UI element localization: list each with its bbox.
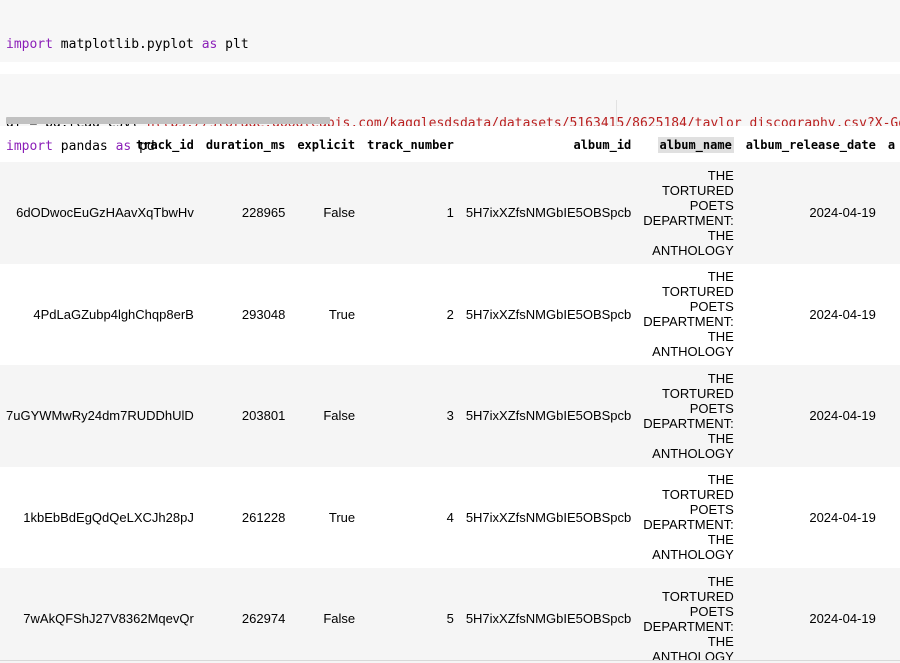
cell-album-id: 5H7ixXZfsNMGbIE5OBSpcb: [465, 509, 632, 525]
cell-album-release-date: 2024-04-19: [809, 509, 876, 525]
cell-track-number: 5: [361, 568, 460, 663]
cell-truncated: [881, 162, 900, 264]
cell-duration-ms: 293048: [241, 306, 286, 322]
cell-truncated: [881, 568, 900, 663]
cell-album-name: THE TORTURED POETS DEPARTMENT: THE ANTHO…: [643, 472, 734, 563]
cell-track-number: 3: [361, 365, 460, 467]
keyword-import: import: [6, 37, 53, 52]
cell-explicit: True: [328, 306, 356, 322]
dataframe-table: track_id duration_ms explicit track_numb…: [0, 128, 900, 663]
table-row: 7wAkQFShJ27V8362MqevQr 262974 False 5 5H…: [0, 568, 900, 663]
cell-track-number: 2: [446, 306, 454, 322]
dataframe-output[interactable]: track_id duration_ms explicit track_numb…: [0, 128, 900, 663]
cell-truncated: [882, 467, 900, 569]
cell-album-release-date: 2024-04-19: [809, 306, 876, 322]
cell-explicit: False: [291, 568, 362, 663]
cell-album-name: THE TORTURED POETS DEPARTMENT: THE ANTHO…: [637, 365, 740, 467]
cell-track-id: 7wAkQFShJ27V8362MqevQr: [0, 568, 200, 663]
cell-album-id: 5H7ixXZfsNMGbIE5OBSpcb: [459, 162, 638, 264]
cell-duration-ms: 203801: [199, 365, 292, 467]
scrollbar-thumb[interactable]: [6, 117, 330, 124]
cell-album-name: THE TORTURED POETS DEPARTMENT: THE ANTHO…: [643, 269, 734, 360]
column-header-album-name[interactable]: album_name: [637, 128, 740, 162]
cell-track-id: 6dODwocEuGzHAavXqTbwHv: [0, 162, 200, 264]
cell-truncated: [882, 264, 900, 366]
import-code-cell[interactable]: import matplotlib.pyplot as plt import s…: [0, 0, 900, 154]
column-header-explicit[interactable]: explicit: [291, 128, 361, 162]
cell-track-id: 1kbEbBdEgQdQeLXCJh28pJ: [23, 509, 194, 525]
output-bottom-border: [0, 660, 900, 661]
module-name: matplotlib.pyplot: [52, 37, 202, 52]
horizontal-scrollbar[interactable]: [6, 117, 616, 124]
alias-name: plt: [217, 37, 249, 52]
column-header-album-id[interactable]: album_id: [460, 128, 637, 162]
table-row: 7uGYWMwRy24dm7RUDDhUlD 203801 False 3 5H…: [0, 365, 900, 467]
cell-explicit: True: [328, 509, 356, 525]
column-header-album-release-date[interactable]: album_release_date: [740, 128, 882, 162]
cell-truncated: [881, 365, 900, 467]
column-header-track-number[interactable]: track_number: [361, 128, 460, 162]
cell-explicit: False: [291, 365, 362, 467]
cell-duration-ms: 262974: [199, 568, 292, 663]
cell-album-id: 5H7ixXZfsNMGbIE5OBSpcb: [459, 365, 638, 467]
cell-duration-ms: 261228: [241, 509, 286, 525]
column-header-album-name-label: album_name: [657, 137, 734, 153]
cell-album-release-date: 2024-04-19: [739, 365, 882, 467]
cell-album-name: THE TORTURED POETS DEPARTMENT: THE ANTHO…: [637, 162, 740, 264]
cell-track-number: 1: [361, 162, 460, 264]
cell-track-id: 4PdLaGZubp4lghChqp8erB: [33, 306, 194, 322]
cell-album-id: 5H7ixXZfsNMGbIE5OBSpcb: [465, 306, 632, 322]
cell-album-release-date: 2024-04-19: [739, 162, 882, 264]
column-header-duration-ms[interactable]: duration_ms: [200, 128, 291, 162]
keyword-as: as: [201, 37, 218, 52]
column-header-truncated[interactable]: a: [882, 128, 900, 162]
column-header-track-id[interactable]: track_id: [0, 128, 200, 162]
table-row: 6dODwocEuGzHAavXqTbwHv 228965 False 1 5H…: [0, 162, 900, 264]
cell-album-release-date: 2024-04-19: [739, 568, 882, 663]
cell-divider: [616, 100, 617, 126]
cell-duration-ms: 228965: [199, 162, 292, 264]
table-row: 4PdLaGZubp4lghChqp8erB 293048 True 2 5H7…: [0, 264, 900, 366]
cell-album-id: 5H7ixXZfsNMGbIE5OBSpcb: [459, 568, 638, 663]
table-row: 1kbEbBdEgQdQeLXCJh28pJ 261228 True 4 5H7…: [0, 467, 900, 569]
cell-album-name: THE TORTURED POETS DEPARTMENT: THE ANTHO…: [637, 568, 740, 663]
code-line-1: import matplotlib.pyplot as plt: [6, 36, 900, 53]
cell-explicit: False: [291, 162, 362, 264]
table-header-row: track_id duration_ms explicit track_numb…: [0, 128, 900, 162]
cell-track-id: 7uGYWMwRy24dm7RUDDhUlD: [0, 365, 200, 467]
cell-track-number: 4: [446, 509, 454, 525]
